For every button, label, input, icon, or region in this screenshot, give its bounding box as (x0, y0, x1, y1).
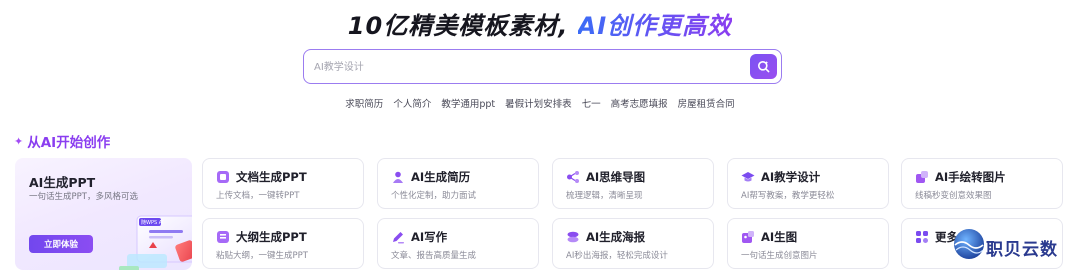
search-bar (303, 49, 782, 84)
section-title-text: 从AI开始创作 (27, 135, 111, 151)
page: 10亿精美模板素材, AI创作更高效 求职简历 个人简介 教学通用ppt 暑假计… (0, 0, 1080, 272)
graduation-cap-icon (741, 172, 755, 182)
card-desc: 线稿秒变创意效果图 (915, 191, 992, 201)
sketch-icon (916, 171, 928, 183)
wps-ai-badge: 随WPS AI (141, 219, 164, 226)
outline-ppt-icon (217, 231, 229, 243)
hero-title-accent: AI创作更高效 (577, 12, 733, 40)
card-doc-to-ppt[interactable]: 文档生成PPT 上传文档，一键转PPT (202, 158, 364, 209)
card-desc: 个性化定制，助力面试 (391, 191, 477, 201)
ppt-doc-icon (217, 171, 229, 183)
card-title: AI手绘转图片 (935, 170, 1006, 184)
hero-title-main: 10亿精美模板素材, (347, 12, 569, 40)
card-desc: AI帮写教案，教学更轻松 (741, 191, 835, 201)
sparkle-icon: ✦ (14, 134, 24, 148)
card-ai-writing[interactable]: AI写作 文章、报告高质量生成 (377, 218, 539, 269)
card-title: AI生成简历 (411, 170, 471, 184)
hot-tag[interactable]: 教学通用ppt (441, 96, 495, 110)
card-title: 文档生成PPT (236, 170, 307, 184)
search-button[interactable] (750, 54, 777, 79)
hot-tag[interactable]: 求职简历 (345, 96, 383, 110)
card-ai-poster[interactable]: AI生成海报 AI秒出海报，轻松完成设计 (552, 218, 714, 269)
mindmap-icon (567, 171, 579, 183)
card-desc: AI秒出海报，轻松完成设计 (566, 251, 668, 261)
card-ai-teaching-design[interactable]: AI教学设计 AI帮写教案，教学更轻松 (727, 158, 889, 209)
ai-ppt-feature-card[interactable]: AI生成PPT 一句话生成PPT，多风格可选 随WPS AI 立即体验 (15, 158, 192, 270)
card-ai-mindmap[interactable]: AI思维导图 梳理逻辑，清晰呈现 (552, 158, 714, 209)
watermark-logo (954, 229, 984, 259)
pen-icon (393, 232, 404, 244)
card-desc: 文章、报告高质量生成 (391, 251, 477, 261)
poster-icon (567, 231, 579, 243)
card-desc: 一句话生成创意图片 (741, 251, 818, 261)
hot-tag[interactable]: 个人简介 (393, 96, 431, 110)
card-title: AI生图 (761, 230, 798, 244)
card-title: AI思维导图 (586, 170, 646, 184)
try-now-button[interactable]: 立即体验 (29, 235, 93, 253)
card-ai-resume[interactable]: AI生成简历 个性化定制，助力面试 (377, 158, 539, 209)
ai-search-icon (758, 61, 770, 73)
search-input[interactable] (314, 58, 734, 76)
resume-icon (393, 171, 403, 183)
hero-title: 10亿精美模板素材, AI创作更高效 (0, 6, 1080, 41)
hot-tag[interactable]: 暑假计划安排表 (505, 96, 572, 110)
card-title: AI教学设计 (761, 170, 821, 184)
hot-tag[interactable]: 高考志愿填报 (611, 96, 668, 110)
feature-title: AI生成PPT (29, 175, 96, 190)
card-title: AI生成海报 (586, 230, 646, 244)
watermark-text: 职贝云数 (986, 240, 1058, 260)
hot-tag[interactable]: 房屋租赁合同 (678, 96, 735, 110)
card-title: AI写作 (411, 230, 448, 244)
feature-desc: 一句话生成PPT，多风格可选 (29, 192, 138, 202)
watermark: 职贝云数 (952, 227, 1080, 267)
section-title: ✦ 从AI开始创作 (14, 131, 111, 152)
card-desc: 上传文档，一键转PPT (216, 191, 300, 201)
card-desc: 梳理逻辑，清晰呈现 (566, 191, 643, 201)
grid-icon (916, 231, 928, 243)
ppt-illustration: 随WPS AI (119, 215, 192, 270)
card-ai-image[interactable]: AI生图 一句话生成创意图片 (727, 218, 889, 269)
card-ai-sketch-to-image[interactable]: AI手绘转图片 线稿秒变创意效果图 (901, 158, 1063, 209)
hot-tag[interactable]: 七一 (582, 96, 601, 110)
card-outline-to-ppt[interactable]: 大纲生成PPT 粘贴大纲，一键生成PPT (202, 218, 364, 269)
card-title: 大纲生成PPT (236, 230, 307, 244)
hot-search-tags: 求职简历 个人简介 教学通用ppt 暑假计划安排表 七一 高考志愿填报 房屋租赁… (0, 96, 1080, 110)
card-desc: 粘贴大纲，一键生成PPT (216, 251, 308, 261)
image-icon (742, 231, 754, 243)
